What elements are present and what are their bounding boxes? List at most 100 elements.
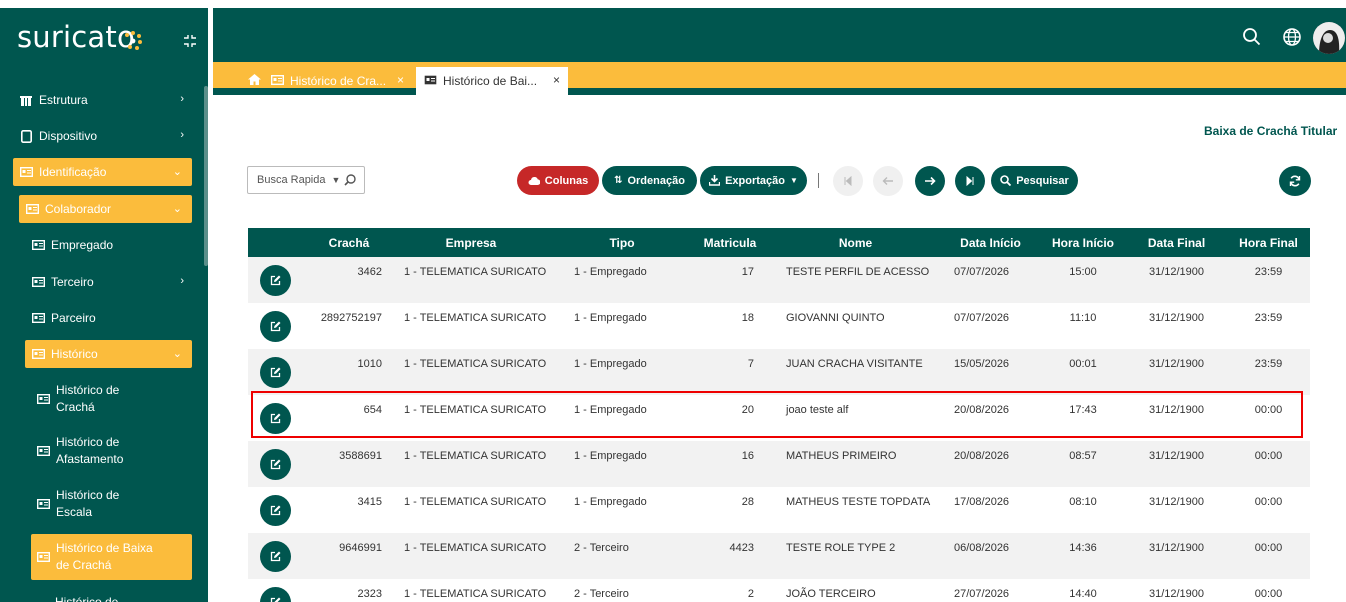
cell-cracha: 2892752197: [310, 303, 388, 349]
cloud-icon: [528, 176, 540, 185]
edit-button[interactable]: [260, 449, 291, 480]
column-header-nome[interactable]: Nome: [770, 228, 941, 257]
cell-data-final: 31/12/1900: [1126, 487, 1227, 533]
cell-matricula: 16: [690, 441, 770, 487]
tab-historico-baixa[interactable]: Histórico de Bai... ×: [416, 67, 568, 95]
table-row[interactable]: 2892752197 1 - TELEMATICA SURICATO 1 - Emp…: [248, 303, 1310, 349]
cell-tipo: 1 - Empregado: [554, 349, 690, 395]
table-row[interactable]: 3415 1 - TELEMATICA SURICATO 1 - Empregado…: [248, 487, 1310, 533]
cell-cracha: 3462: [310, 257, 388, 303]
edit-button[interactable]: [260, 495, 291, 526]
edit-icon: [270, 597, 281, 602]
cell-hora-inicio: 08:57: [1040, 441, 1126, 487]
sidebar-item-parceiro[interactable]: Parceiro: [31, 304, 192, 332]
row-actions-cell: [248, 533, 310, 579]
search-label: Pesquisar: [1016, 174, 1069, 187]
tab-label: Histórico de Cra...: [290, 74, 387, 88]
sidebar-item-empregado[interactable]: Empregado: [31, 231, 192, 259]
quick-search-label: Busca Rapida: [257, 174, 326, 186]
sidebar-item-historico-escala[interactable]: Histórico de Escala: [36, 487, 187, 521]
sidebar-item-identificacao[interactable]: Identificação ⌄: [13, 158, 192, 186]
export-label: Exportação: [725, 174, 785, 187]
edit-button[interactable]: [260, 265, 291, 296]
chevron-right-icon: ›: [180, 93, 184, 105]
cell-hora-inicio: 00:01: [1040, 349, 1126, 395]
search-icon[interactable]: [1242, 27, 1262, 47]
search-icon: [1000, 175, 1012, 186]
chevron-right-icon: ›: [180, 275, 184, 287]
tab-historico-cracha[interactable]: Histórico de Cra... ×: [242, 67, 412, 95]
sidebar-item-label: Histórico: [51, 347, 98, 361]
table-row[interactable]: 9646991 1 - TELEMATICA SURICATO 2 - Tercei…: [248, 533, 1310, 579]
page-title: Baixa de Crachá Titular: [1204, 124, 1338, 138]
columns-button[interactable]: Colunas: [517, 166, 599, 195]
sidebar-item-label: Identificação: [39, 165, 107, 179]
edit-button[interactable]: [260, 403, 291, 434]
table-row[interactable]: 1010 1 - TELEMATICA SURICATO 1 - Empregado…: [248, 349, 1310, 395]
export-button[interactable]: Exportação ▼: [700, 166, 807, 195]
cell-hora-final: 00:00: [1227, 395, 1310, 441]
column-header-hora-inicio[interactable]: Hora Início: [1040, 228, 1126, 257]
app-logo[interactable]: suricato: [17, 20, 135, 54]
edit-button[interactable]: [260, 541, 291, 572]
tab-label: Histórico de Bai...: [443, 74, 538, 88]
column-header-tipo[interactable]: Tipo: [554, 228, 690, 257]
sidebar-item-dispositivo[interactable]: Dispositivo ›: [19, 122, 194, 150]
cell-hora-inicio: 15:00: [1040, 257, 1126, 303]
globe-icon[interactable]: [1282, 27, 1302, 47]
ordering-button[interactable]: ⇅ Ordenação: [602, 166, 697, 195]
sidebar-item-label: Colaborador: [45, 202, 112, 216]
sidebar-item-historico[interactable]: Histórico ⌄: [25, 340, 192, 368]
user-avatar[interactable]: [1313, 22, 1345, 54]
edit-button[interactable]: [260, 587, 291, 602]
edit-button[interactable]: [260, 357, 291, 388]
sidebar-item-estrutura[interactable]: Estrutura ›: [19, 86, 194, 114]
column-header-data-inicio[interactable]: Data Início: [941, 228, 1040, 257]
id-card-icon: [25, 202, 39, 216]
quick-search-select[interactable]: Busca Rapida ▼: [247, 166, 365, 194]
search-icon[interactable]: [344, 174, 357, 186]
column-header-data-final[interactable]: Data Final: [1126, 228, 1227, 257]
sidebar-item-historico-baixa-cracha[interactable]: Histórico de Baixa de Crachá: [31, 534, 192, 580]
first-page-button[interactable]: [833, 166, 863, 196]
column-header-hora-final[interactable]: Hora Final: [1227, 228, 1310, 257]
search-button[interactable]: Pesquisar: [991, 166, 1078, 195]
table-row[interactable]: 2323 1 - TELEMATICA SURICATO 2 - Terceiro 2…: [248, 579, 1310, 602]
column-header-actions: [248, 228, 310, 257]
edit-icon: [270, 551, 281, 562]
cell-tipo: 1 - Empregado: [554, 395, 690, 441]
next-page-button[interactable]: [915, 166, 945, 196]
cell-data-inicio: 06/08/2026: [941, 533, 1040, 579]
cell-cracha: 3588691: [310, 441, 388, 487]
close-tab-icon[interactable]: ×: [553, 73, 560, 87]
column-header-empresa[interactable]: Empresa: [388, 228, 554, 257]
close-tab-icon[interactable]: ×: [397, 73, 404, 87]
refresh-icon: [1289, 175, 1301, 187]
column-header-cracha[interactable]: Crachá: [310, 228, 388, 257]
table-row[interactable]: 654 1 - TELEMATICA SURICATO 1 - Empregado 2…: [248, 395, 1310, 441]
sidebar-item-historico-more[interactable]: Histórico de: [55, 594, 175, 602]
cell-nome: GIOVANNI QUINTO: [770, 303, 941, 349]
table-row[interactable]: 3588691 1 - TELEMATICA SURICATO 1 - Empreg…: [248, 441, 1310, 487]
previous-page-button[interactable]: [873, 166, 903, 196]
table-row[interactable]: 3462 1 - TELEMATICA SURICATO 1 - Empregado…: [248, 257, 1310, 303]
cell-empresa: 1 - TELEMATICA SURICATO: [388, 579, 554, 602]
sidebar-scrollbar[interactable]: [204, 86, 208, 266]
caret-down-icon: ▼: [331, 175, 341, 185]
last-page-button[interactable]: [955, 166, 985, 196]
sidebar-item-historico-cracha[interactable]: Histórico de Crachá: [36, 382, 187, 416]
cell-tipo: 2 - Terceiro: [554, 579, 690, 602]
column-header-matricula[interactable]: Matricula: [690, 228, 770, 257]
edit-icon: [270, 505, 281, 516]
cell-cracha: 9646991: [310, 533, 388, 579]
collapse-sidebar-icon[interactable]: [183, 34, 197, 48]
refresh-button[interactable]: [1279, 166, 1311, 196]
home-icon[interactable]: [248, 74, 261, 88]
sidebar-item-historico-afastamento[interactable]: Histórico de Afastamento: [36, 434, 187, 468]
sidebar-item-label: Histórico de Escala: [56, 488, 120, 519]
row-actions-cell: [248, 303, 310, 349]
edit-button[interactable]: [260, 311, 291, 342]
sidebar-item-terceiro[interactable]: Terceiro ›: [31, 268, 194, 296]
sidebar-item-label: Terceiro: [51, 275, 94, 289]
sidebar-item-colaborador[interactable]: Colaborador ⌄: [19, 195, 192, 223]
